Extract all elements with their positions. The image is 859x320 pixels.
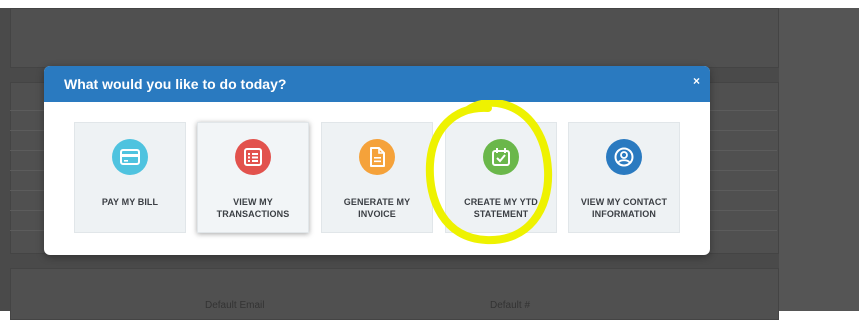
action-label: VIEW MY TRANSACTIONS [216,197,290,219]
close-icon[interactable]: × [693,74,700,88]
background-right-column [779,8,859,311]
modal-title: What would you like to do today? [64,76,287,92]
action-label: CREATE MY YTD STATEMENT [464,197,538,219]
document-icon [359,139,395,175]
background-label: Default Email [205,300,265,311]
action-label: GENERATE MY INVOICE [343,197,411,219]
top-strip [0,0,859,8]
view-contact-info-button[interactable]: VIEW MY CONTACT INFORMATION [568,122,680,233]
background-panel-top [10,8,779,68]
action-label: PAY MY BILL [101,197,159,207]
view-transactions-button[interactable]: VIEW MY TRANSACTIONS [197,122,309,233]
background-panel-bottom [10,268,779,320]
list-icon [235,139,271,175]
user-circle-icon [606,139,642,175]
create-ytd-statement-button[interactable]: CREATE MY YTD STATEMENT [445,122,557,233]
action-label: VIEW MY CONTACT INFORMATION [580,197,668,219]
modal-header: What would you like to do today? × [44,66,710,102]
calendar-check-icon [483,139,519,175]
credit-card-icon [112,139,148,175]
action-modal: What would you like to do today? × PAY M… [44,66,710,255]
generate-invoice-button[interactable]: GENERATE MY INVOICE [321,122,433,233]
pay-my-bill-button[interactable]: PAY MY BILL [74,122,186,233]
background-label: Default # [490,300,531,311]
